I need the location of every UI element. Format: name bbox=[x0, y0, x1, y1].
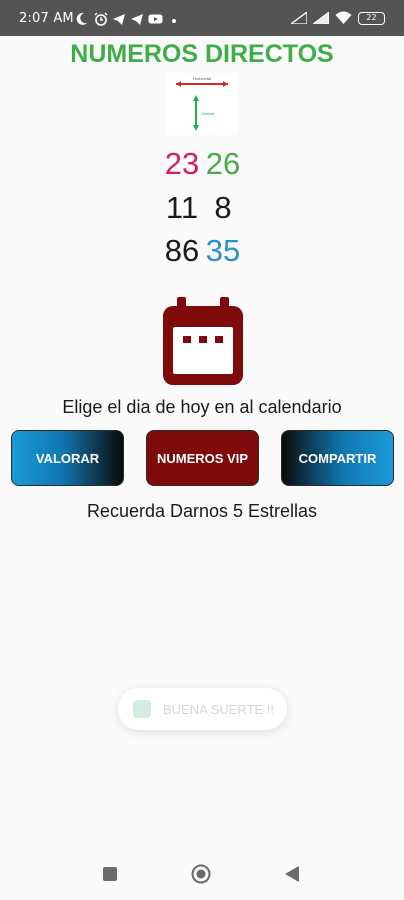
numeros-vip-button[interactable]: NUMEROS VIP bbox=[146, 430, 259, 486]
home-circle-icon[interactable] bbox=[191, 864, 211, 889]
number-value: 26 bbox=[205, 146, 241, 181]
status-bar: 2:07 AM 22 bbox=[0, 0, 404, 36]
number-value: 23 bbox=[164, 146, 200, 181]
app-icon bbox=[133, 700, 151, 718]
number-value: 8 bbox=[214, 190, 232, 225]
valorar-button[interactable]: VALORAR bbox=[11, 430, 124, 486]
toast-message: BUENA SUERTE !! bbox=[118, 688, 287, 730]
wifi-icon bbox=[335, 9, 352, 28]
number-value: 11 bbox=[165, 190, 199, 225]
number-value: 35 bbox=[205, 233, 241, 268]
calendar-icon[interactable] bbox=[163, 297, 243, 385]
axis-vertical-label: Vertical bbox=[201, 111, 214, 116]
status-notification-icons bbox=[76, 11, 176, 26]
number-row: 11 8 bbox=[0, 190, 404, 230]
youtube-icon bbox=[148, 11, 163, 25]
rating-reminder: Recuerda Darnos 5 Estrellas bbox=[86, 501, 318, 521]
status-time: 2:07 AM bbox=[19, 11, 74, 26]
number-row: 23 26 bbox=[0, 146, 404, 186]
toast-text: BUENA SUERTE !! bbox=[163, 701, 275, 717]
alarm-icon bbox=[94, 11, 108, 26]
telegram-icon bbox=[130, 11, 144, 25]
more-notifications-dot-icon bbox=[172, 18, 176, 23]
back-triangle-icon[interactable] bbox=[284, 865, 300, 888]
signal-icon bbox=[311, 9, 330, 28]
compartir-button[interactable]: COMPARTIR bbox=[281, 430, 394, 486]
recents-square-icon[interactable] bbox=[102, 866, 118, 887]
calendar-instruction: Elige el dia de hoy en al calendario bbox=[62, 397, 342, 417]
telegram-icon bbox=[112, 11, 126, 25]
moon-icon bbox=[76, 11, 90, 25]
axis-horizontal-label: Horizontal bbox=[193, 76, 211, 81]
signal-empty-icon bbox=[289, 9, 308, 28]
axis-illustration-image: Horizontal Vertical bbox=[166, 73, 238, 133]
battery-icon: 22 bbox=[358, 11, 385, 25]
status-system-icons: 22 bbox=[289, 9, 385, 28]
navigation-bar bbox=[0, 850, 404, 900]
page-title: NUMEROS DIRECTOS bbox=[70, 40, 334, 68]
number-value: 86 bbox=[164, 233, 200, 268]
number-row: 86 35 bbox=[0, 233, 404, 273]
